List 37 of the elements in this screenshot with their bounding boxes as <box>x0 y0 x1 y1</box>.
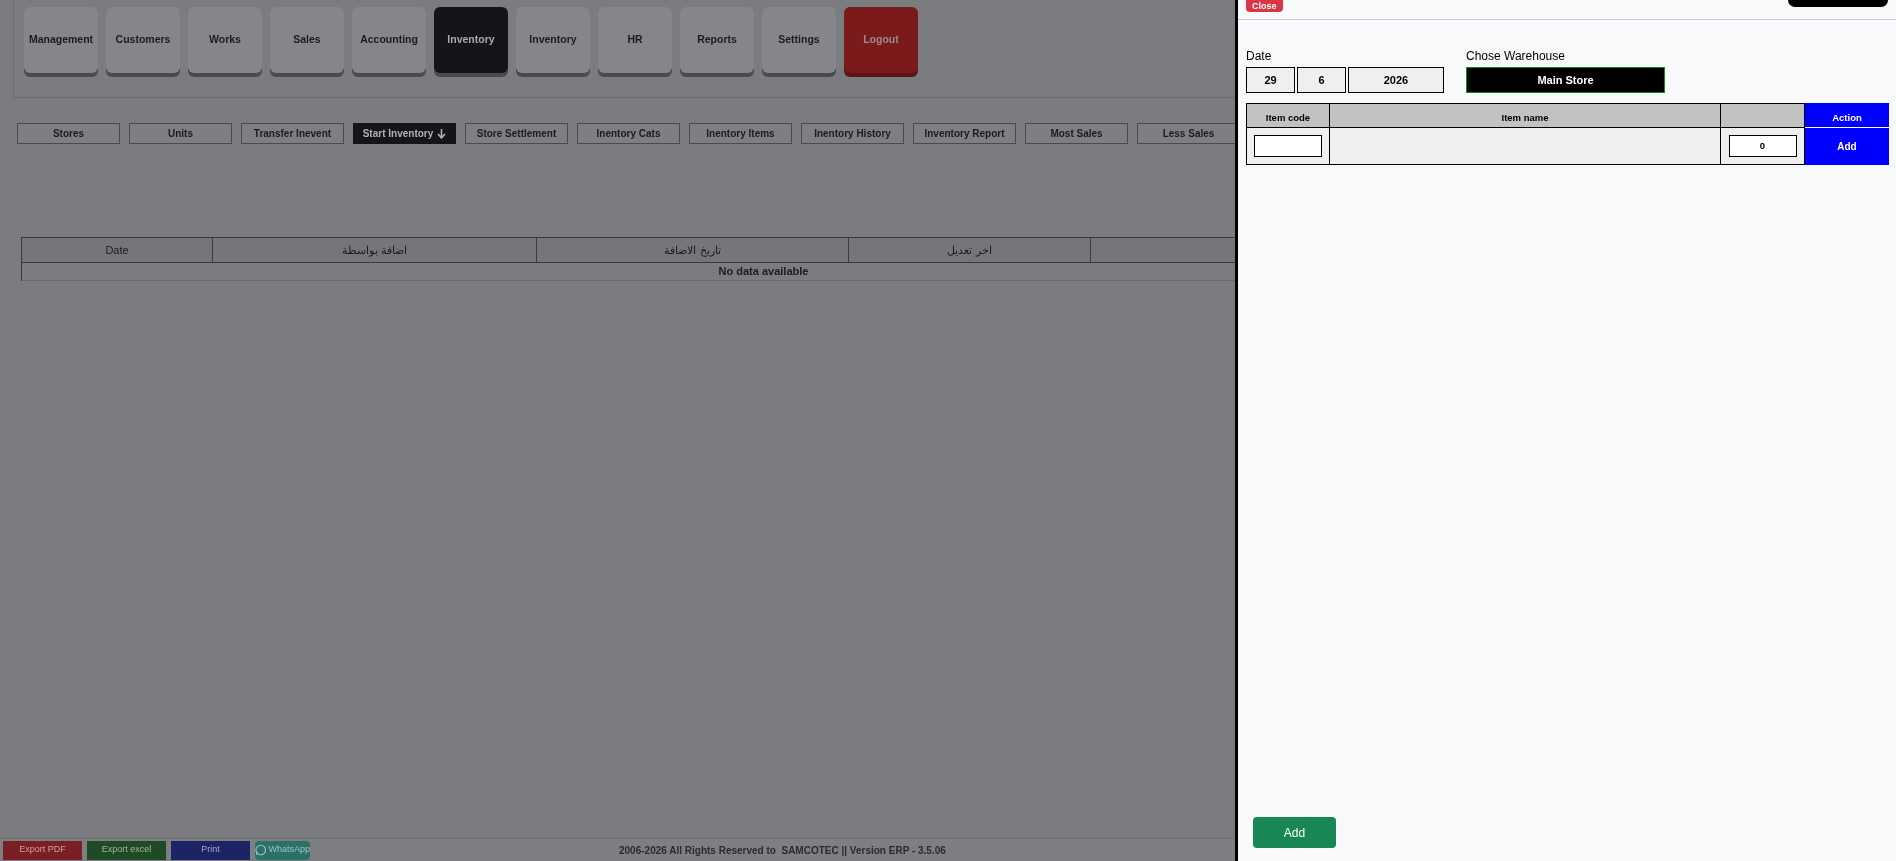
subnav-button[interactable]: Inentory History <box>801 123 904 144</box>
quantity-field[interactable]: 0 <box>1728 135 1797 157</box>
date-field[interactable]: 29 <box>1246 67 1295 93</box>
subnav-button[interactable]: Less Sales <box>1137 123 1235 144</box>
subnav-button[interactable]: Inentory Cats <box>577 123 680 144</box>
close-button[interactable]: Close <box>1246 0 1283 12</box>
add-button[interactable]: Add <box>1253 817 1336 848</box>
column-header: تاريخ الاضافة <box>537 238 849 263</box>
export-button[interactable]: Print <box>171 840 250 860</box>
item-code-input[interactable] <box>1254 135 1322 157</box>
copyright-text: 2006-2026 All Rights Reserved to SAMCOTEC || Version ERP - 3.5.06 <box>619 843 946 858</box>
subnav-button[interactable]: Inventory Report <box>913 123 1016 144</box>
date-field[interactable]: 6 <box>1297 67 1346 93</box>
column-header: Item name <box>1330 103 1721 128</box>
column-header: اضافة بواسطة <box>213 238 537 263</box>
subnav-button[interactable]: Most Sales <box>1025 123 1128 144</box>
export-button[interactable]: WhatsApp <box>255 840 310 860</box>
subnav-button[interactable]: Inentory Items <box>689 123 792 144</box>
empty-table-message: No data available <box>22 263 1235 281</box>
export-button[interactable]: Export excel <box>87 840 166 860</box>
date-label: Date <box>1246 48 1273 65</box>
add-row-button[interactable]: Add <box>1805 128 1889 165</box>
date-field[interactable]: 2026 <box>1348 67 1444 93</box>
subnav-button[interactable]: Stores <box>17 123 120 144</box>
subnav-button[interactable]: Units <box>129 123 232 144</box>
warehouse-label: Chose Warehouse <box>1466 48 1566 65</box>
column-header: Action <box>1805 103 1889 128</box>
subnav-button[interactable]: Transfer Inevent <box>241 123 344 144</box>
whatsapp-icon <box>255 844 267 856</box>
column-header: اخر تعديل <box>849 238 1091 263</box>
column-header: Item code <box>1246 103 1330 128</box>
subnav-button[interactable]: Store Settlement <box>465 123 568 144</box>
down-arrow-icon <box>437 128 447 139</box>
column-header: Date <box>22 238 213 263</box>
warehouse-select[interactable]: Main Store <box>1466 67 1665 93</box>
export-button[interactable]: Export PDF <box>3 840 82 860</box>
subnav-button[interactable]: Start Inventory <box>353 123 456 144</box>
